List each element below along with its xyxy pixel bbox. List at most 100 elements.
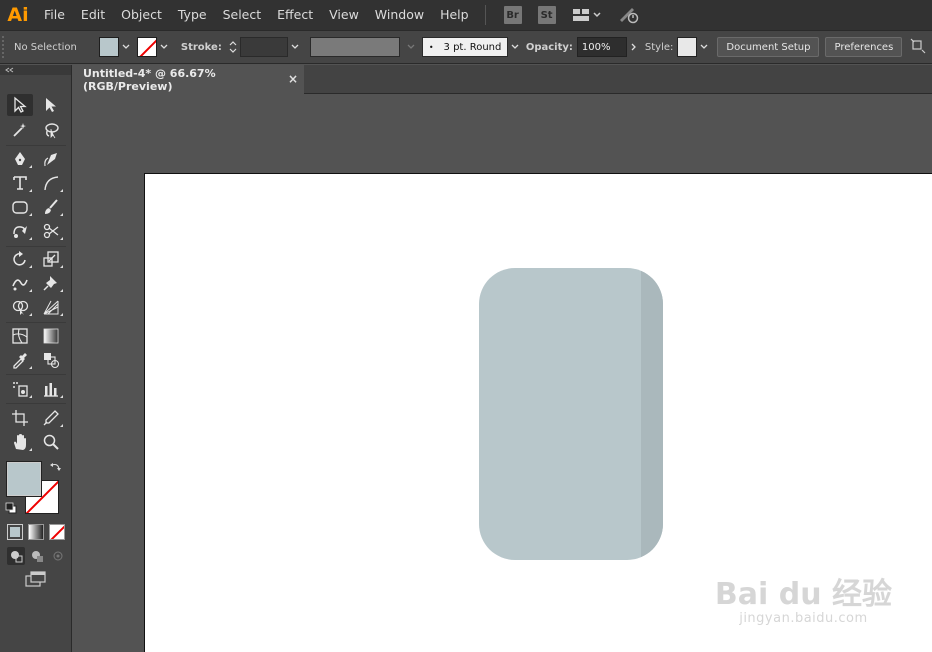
graphic-style-dropdown[interactable] xyxy=(697,37,711,57)
symbol-sprayer-icon xyxy=(13,382,28,397)
free-transform-tool[interactable] xyxy=(38,272,64,294)
preferences-button[interactable]: Preferences xyxy=(825,37,903,57)
type-tool[interactable] xyxy=(7,172,33,194)
scissors-tool[interactable] xyxy=(38,220,64,242)
tool-group-indicator xyxy=(60,289,63,292)
menu-window[interactable]: Window xyxy=(367,0,432,30)
opacity-expand-button[interactable] xyxy=(627,37,641,57)
document-tab[interactable]: Untitled-4* @ 66.67% (RGB/Preview) × xyxy=(74,65,304,94)
collapse-icon xyxy=(5,67,14,73)
color-mode-button[interactable] xyxy=(7,524,23,540)
stroke-weight-stepper[interactable] xyxy=(226,37,240,57)
up-down-arrows-icon xyxy=(229,41,237,53)
rotate-icon xyxy=(13,251,26,266)
document-setup-button[interactable]: Document Setup xyxy=(717,37,820,57)
graphic-style-swatch[interactable] xyxy=(677,37,698,57)
brush-definition-dropdown[interactable] xyxy=(508,37,522,57)
slice-tool[interactable] xyxy=(38,407,64,429)
zoom-magnifier-icon xyxy=(43,434,59,450)
line-segment-tool[interactable] xyxy=(38,172,64,194)
shape-builder-tool[interactable] xyxy=(7,296,33,318)
column-graph-tool[interactable] xyxy=(38,378,64,400)
selection-tool[interactable] xyxy=(7,94,33,116)
canvas-workspace[interactable]: Bai du 经验 jingyan.baidu.com xyxy=(74,95,932,652)
eyedropper-tool[interactable] xyxy=(7,349,33,371)
pin-icon xyxy=(43,276,57,291)
change-screen-mode-button[interactable] xyxy=(24,570,48,588)
arrange-documents-icon xyxy=(572,9,601,21)
magic-wand-tool[interactable] xyxy=(7,119,33,141)
shaper-tool[interactable] xyxy=(7,220,33,242)
stroke-color-dropdown[interactable] xyxy=(157,37,171,57)
menu-view[interactable]: View xyxy=(321,0,367,30)
arc-icon xyxy=(44,176,59,191)
draw-behind-button[interactable] xyxy=(28,547,46,565)
stroke-weight-input[interactable] xyxy=(239,37,288,57)
rocket-icon xyxy=(619,8,638,24)
color-mode-icon xyxy=(10,527,20,537)
menu-effect[interactable]: Effect xyxy=(269,0,321,30)
gpu-performance-button[interactable] xyxy=(618,6,640,24)
tool-group-indicator xyxy=(29,165,32,168)
menu-file[interactable]: File xyxy=(36,0,73,30)
blend-icon xyxy=(44,353,60,369)
bridge-button[interactable]: Br xyxy=(503,6,522,24)
paintbrush-tool[interactable] xyxy=(38,196,64,218)
fill-color-box[interactable] xyxy=(6,461,42,497)
tools-panel-header[interactable] xyxy=(0,65,71,75)
menu-select[interactable]: Select xyxy=(215,0,270,30)
menu-edit[interactable]: Edit xyxy=(73,0,113,30)
brush-definition-field[interactable]: • 3 pt. Round xyxy=(421,37,508,57)
baidu-watermark: Bai du 经验 jingyan.baidu.com xyxy=(715,569,892,626)
draw-normal-button[interactable] xyxy=(7,547,25,565)
tools-separator xyxy=(6,374,66,375)
menu-object[interactable]: Object xyxy=(113,0,170,30)
opacity-label[interactable]: Opacity: xyxy=(526,42,573,53)
none-mode-button[interactable] xyxy=(49,524,65,540)
stock-button[interactable]: St xyxy=(537,6,556,24)
app-logo[interactable]: Ai xyxy=(0,0,36,30)
variable-width-dropdown[interactable] xyxy=(400,37,422,57)
direct-selection-tool[interactable] xyxy=(38,94,64,116)
variable-width-profile[interactable] xyxy=(309,37,400,57)
puppet-warp-tool[interactable] xyxy=(7,272,33,294)
hand-tool[interactable] xyxy=(7,431,33,453)
tool-group-indicator xyxy=(29,189,32,192)
control-bar: No Selection Stroke: • 3 pt. Round Opaci… xyxy=(0,30,932,64)
pen-tool[interactable] xyxy=(7,148,33,170)
rounded-rectangle-shape[interactable] xyxy=(479,268,663,560)
align-to-pixel-grid-button[interactable] xyxy=(910,38,926,57)
symbol-sprayer-tool[interactable] xyxy=(7,378,33,400)
blend-tool[interactable] xyxy=(38,349,64,371)
rounded-rectangle-tool[interactable] xyxy=(7,196,33,218)
scale-tool[interactable] xyxy=(38,248,64,270)
artboard-tool[interactable] xyxy=(7,407,33,429)
lasso-tool[interactable] xyxy=(38,119,64,141)
curvature-tool[interactable] xyxy=(38,148,64,170)
document-tab-bar: Untitled-4* @ 66.67% (RGB/Preview) × xyxy=(74,65,932,94)
gradient-mode-button[interactable] xyxy=(28,524,44,540)
default-fill-stroke-button[interactable] xyxy=(5,502,17,517)
swap-fill-stroke-button[interactable] xyxy=(50,461,62,476)
opacity-input[interactable]: 100% xyxy=(576,37,627,57)
draw-inside-button[interactable] xyxy=(49,547,67,565)
menu-help[interactable]: Help xyxy=(432,0,477,30)
zoom-tool[interactable] xyxy=(38,431,64,453)
rotate-tool[interactable] xyxy=(7,248,33,270)
stroke-color-swatch[interactable] xyxy=(136,37,157,57)
arrange-documents-button[interactable] xyxy=(572,8,602,22)
control-bar-grip[interactable] xyxy=(2,36,10,58)
stroke-weight-dropdown[interactable] xyxy=(288,37,302,57)
menu-type[interactable]: Type xyxy=(170,0,215,30)
slice-knife-icon xyxy=(43,410,59,426)
fill-color-swatch[interactable] xyxy=(98,37,119,57)
fill-dropdown[interactable] xyxy=(119,37,133,57)
tool-group-indicator xyxy=(60,213,63,216)
close-tab-button[interactable]: × xyxy=(288,72,298,86)
gradient-tool[interactable] xyxy=(38,325,64,347)
warp-icon xyxy=(12,279,28,291)
tool-group-indicator xyxy=(29,313,32,316)
tools-separator xyxy=(6,403,66,404)
mesh-tool[interactable] xyxy=(7,325,33,347)
perspective-grid-tool[interactable] xyxy=(38,296,64,318)
